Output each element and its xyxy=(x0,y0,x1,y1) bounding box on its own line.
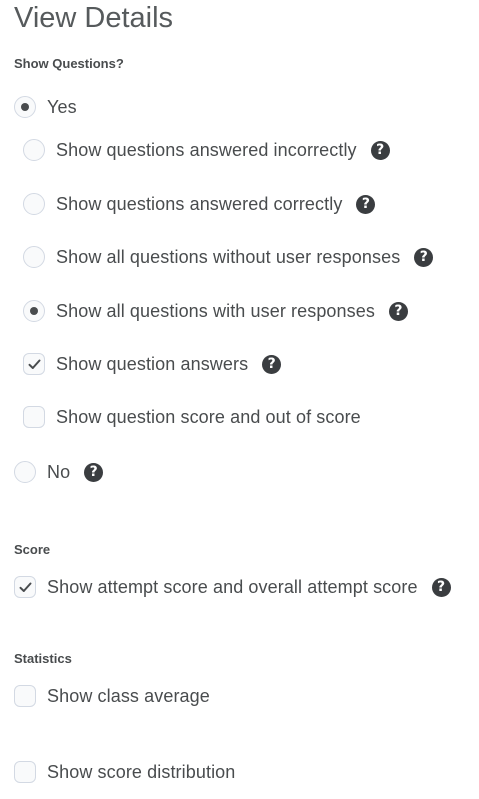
question-circle-icon[interactable]: ? xyxy=(431,577,451,597)
show-question-answers-option[interactable]: Show question answers ? xyxy=(23,350,282,378)
statistics-label: Statistics xyxy=(14,651,72,666)
no-radio[interactable] xyxy=(14,461,36,483)
class-average-option[interactable]: Show class average xyxy=(14,682,210,710)
yes-label: Yes xyxy=(47,97,77,117)
show-incorrect-option[interactable]: Show questions answered incorrectly ? xyxy=(23,136,390,164)
show-without-responses-radio[interactable] xyxy=(23,246,45,268)
no-option[interactable]: No ? xyxy=(14,458,104,486)
show-incorrect-label: Show questions answered incorrectly xyxy=(56,140,357,160)
question-circle-icon[interactable]: ? xyxy=(388,301,408,321)
show-question-answers-checkbox[interactable] xyxy=(23,353,45,375)
show-score-out-of-option[interactable]: Show question score and out of score xyxy=(23,403,361,431)
show-incorrect-radio[interactable] xyxy=(23,139,45,161)
class-average-checkbox[interactable] xyxy=(14,685,36,707)
question-circle-icon[interactable]: ? xyxy=(370,140,390,160)
show-without-responses-option[interactable]: Show all questions without user response… xyxy=(23,243,434,271)
page-title: View Details xyxy=(14,2,174,34)
show-score-out-of-checkbox[interactable] xyxy=(23,406,45,428)
show-questions-label: Show Questions? xyxy=(14,56,124,71)
score-distribution-option[interactable]: Show score distribution xyxy=(14,758,235,786)
question-circle-icon[interactable]: ? xyxy=(414,247,434,267)
question-circle-icon[interactable]: ? xyxy=(262,354,282,374)
yes-radio[interactable] xyxy=(14,96,36,118)
question-circle-icon[interactable]: ? xyxy=(356,194,376,214)
show-score-out-of-label: Show question score and out of score xyxy=(56,407,361,427)
show-with-responses-label: Show all questions with user responses xyxy=(56,301,375,321)
checkmark-icon xyxy=(28,359,40,369)
show-correct-label: Show questions answered correctly xyxy=(56,194,343,214)
show-correct-radio[interactable] xyxy=(23,193,45,215)
show-question-answers-label: Show question answers xyxy=(56,354,249,374)
yes-option[interactable]: Yes xyxy=(14,93,77,121)
no-label: No xyxy=(47,462,71,482)
show-with-responses-option[interactable]: Show all questions with user responses ? xyxy=(23,297,408,325)
attempt-score-checkbox[interactable] xyxy=(14,576,36,598)
class-average-label: Show class average xyxy=(47,686,210,706)
attempt-score-option[interactable]: Show attempt score and overall attempt s… xyxy=(14,573,451,601)
attempt-score-label: Show attempt score and overall attempt s… xyxy=(47,577,418,597)
score-distribution-label: Show score distribution xyxy=(47,762,236,782)
show-with-responses-radio[interactable] xyxy=(23,300,45,322)
show-correct-option[interactable]: Show questions answered correctly ? xyxy=(23,190,376,218)
show-without-responses-label: Show all questions without user response… xyxy=(56,247,401,267)
question-circle-icon[interactable]: ? xyxy=(84,462,104,482)
checkmark-icon xyxy=(19,582,31,592)
score-distribution-checkbox[interactable] xyxy=(14,761,36,783)
score-label: Score xyxy=(14,542,51,557)
